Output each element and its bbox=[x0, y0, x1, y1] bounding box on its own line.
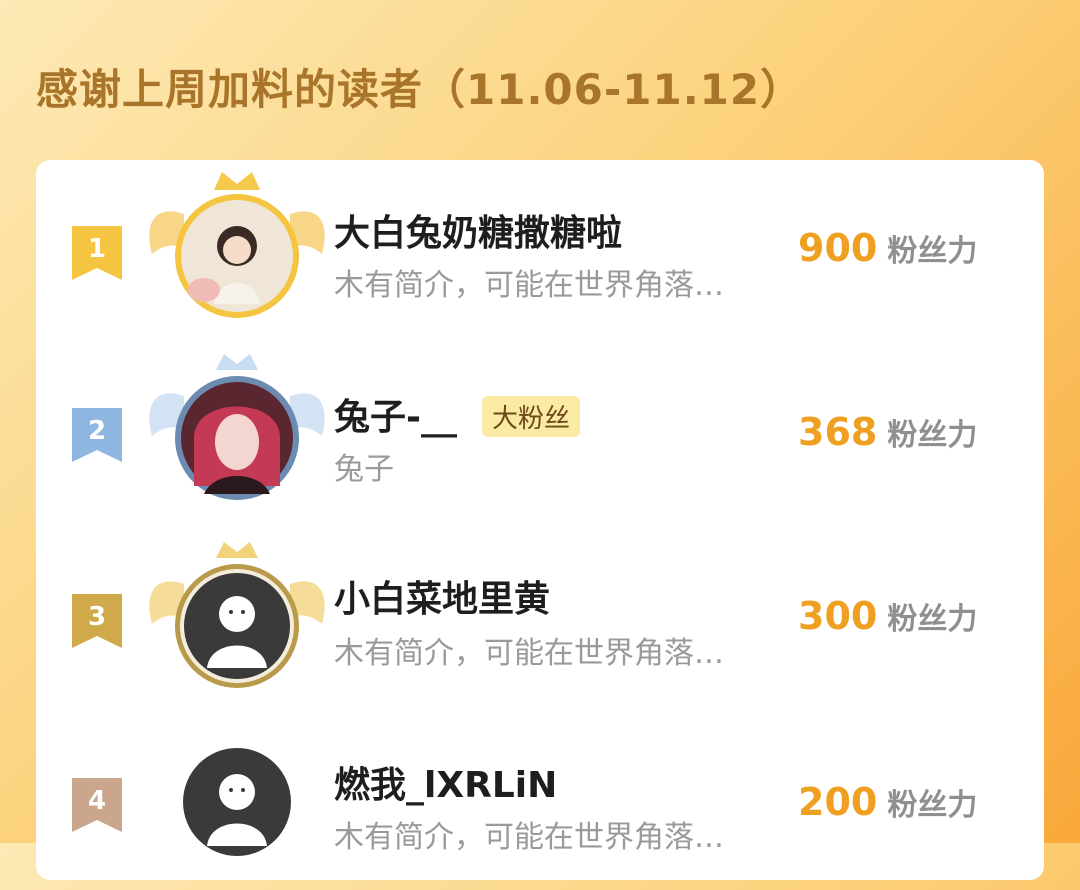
fan-power-score: 300 粉丝力 bbox=[798, 594, 978, 638]
crown-icon bbox=[214, 172, 260, 190]
rank-badge: 4 bbox=[72, 778, 122, 832]
reader-bio: 兔子 bbox=[334, 452, 394, 487]
reader-bio: 木有简介，可能在世界角落… bbox=[334, 820, 724, 855]
page-title: 感谢上周加料的读者（11.06-11.12） bbox=[36, 65, 804, 114]
fan-power-score: 200 粉丝力 bbox=[798, 780, 978, 824]
reader-name[interactable]: 兔子-__ bbox=[334, 388, 457, 440]
reader-name[interactable]: 燃我_lXRLiN bbox=[334, 756, 557, 808]
crown-icon bbox=[216, 542, 258, 558]
avatar[interactable] bbox=[144, 164, 330, 334]
fan-power-score: 900 粉丝力 bbox=[798, 226, 978, 270]
reader-row-1[interactable]: 1 大白兔奶糖撒糖啦 木有简介，可能在世界角落… 900 粉丝力 bbox=[36, 160, 1044, 330]
big-fan-badge: 大粉丝 bbox=[482, 396, 581, 437]
reader-row-3[interactable]: 3 小白菜地里黄 木有简介，可能在世界角落… 300 粉丝力 bbox=[36, 530, 1044, 700]
reader-name[interactable]: 大白兔奶糖撒糖啦 bbox=[334, 204, 622, 256]
reader-leaderboard-card: 1 大白兔奶糖撒糖啦 木有简介，可能在世界角落… 900 粉丝力 2 兔子-__… bbox=[36, 160, 1044, 880]
fan-power-score: 368 粉丝力 bbox=[798, 410, 978, 454]
avatar[interactable] bbox=[144, 534, 330, 704]
rank-badge: 3 bbox=[72, 594, 122, 648]
crown-icon bbox=[216, 354, 258, 370]
rank-badge: 1 bbox=[72, 226, 122, 280]
reader-bio: 木有简介，可能在世界角落… bbox=[334, 268, 724, 303]
rank-badge: 2 bbox=[72, 408, 122, 462]
reader-name[interactable]: 小白菜地里黄 bbox=[334, 570, 550, 622]
avatar[interactable] bbox=[144, 720, 330, 890]
avatar[interactable] bbox=[144, 346, 330, 516]
reader-bio: 木有简介，可能在世界角落… bbox=[334, 636, 724, 671]
reader-row-4[interactable]: 4 燃我_lXRLiN 木有简介，可能在世界角落… 200 粉丝力 bbox=[36, 720, 1044, 890]
